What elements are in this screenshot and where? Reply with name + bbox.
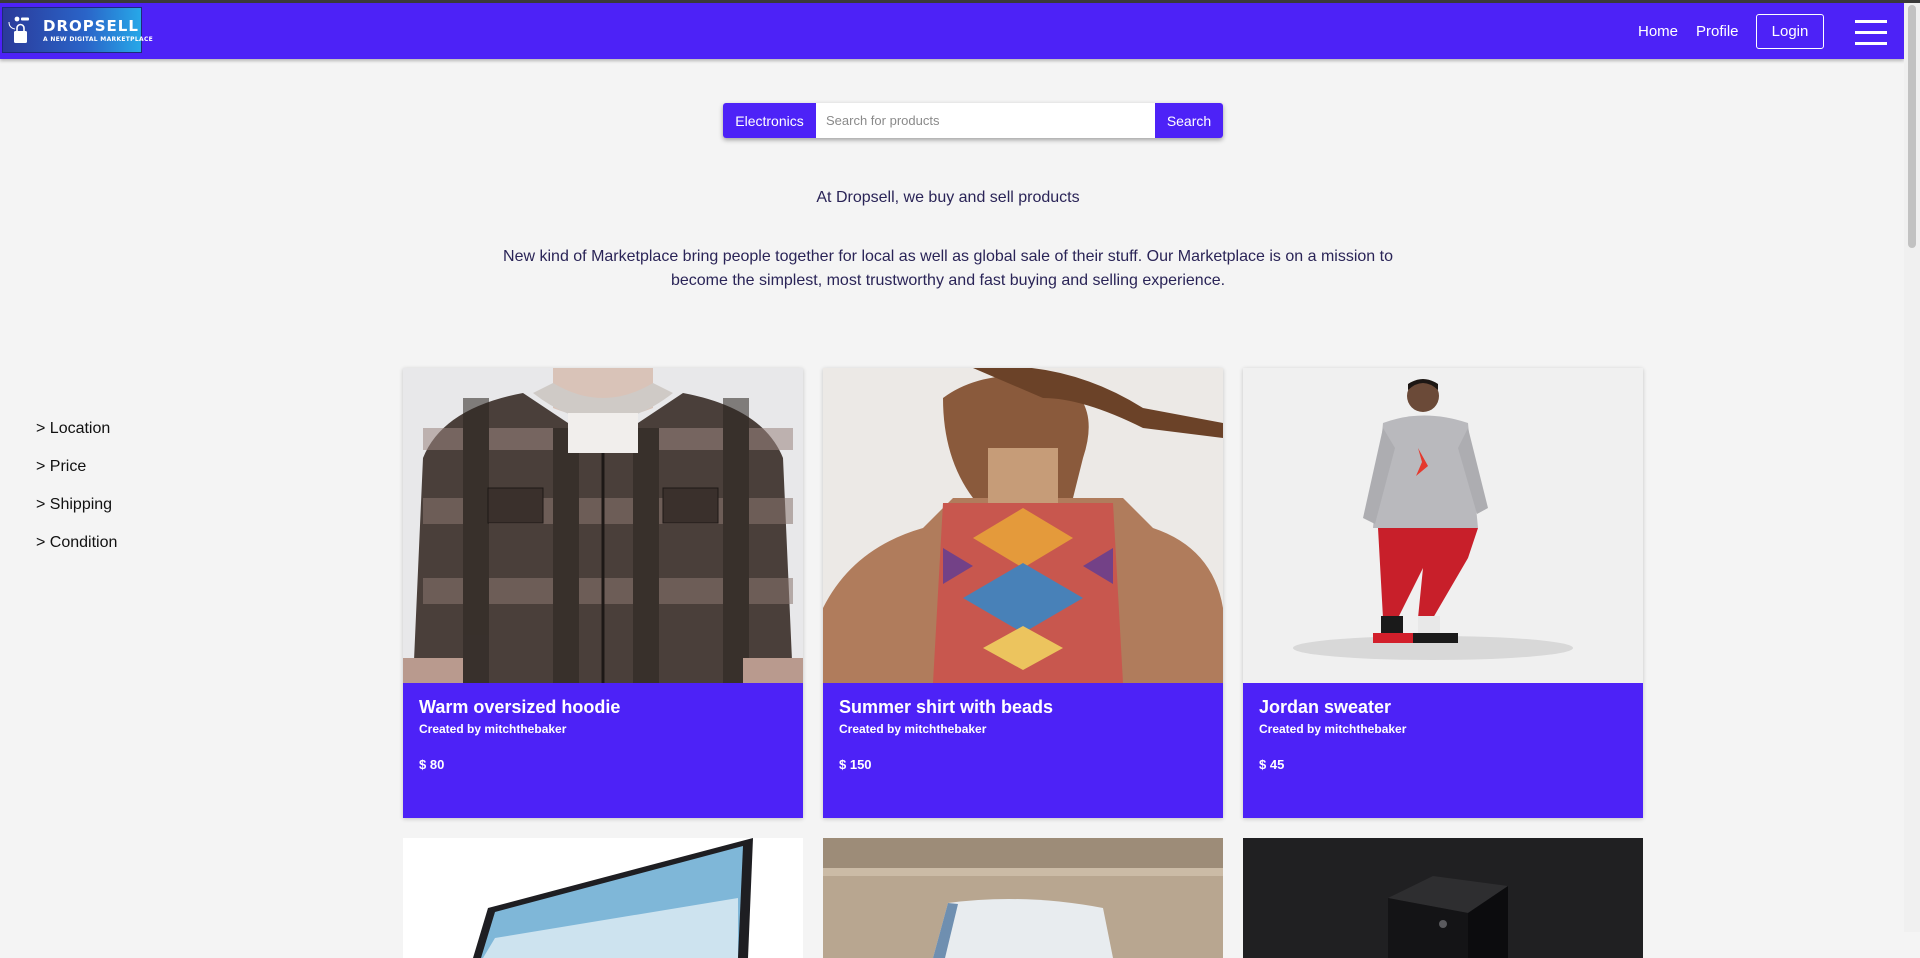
product-title: Jordan sweater	[1259, 697, 1392, 717]
product-author: Created by mitchthebaker	[839, 722, 987, 736]
shopping-bag-icon	[8, 16, 29, 43]
filter-shipping[interactable]: > Shipping	[36, 495, 117, 533]
product-image	[1243, 838, 1643, 958]
hamburger-menu-icon[interactable]	[1855, 20, 1887, 46]
product-image	[403, 838, 803, 958]
filter-price[interactable]: > Price	[36, 457, 117, 495]
product-card[interactable]	[1243, 838, 1643, 958]
product-image	[823, 838, 1223, 958]
navbar: DROPSELL A NEW DIGITAL MARKETPLACE Home …	[0, 3, 1904, 59]
nav-home-link[interactable]: Home	[1638, 23, 1678, 40]
search-bar: Electronics Search	[723, 103, 1223, 138]
product-image	[1243, 368, 1643, 683]
product-image	[403, 368, 803, 683]
brand-name: DROPSELL	[43, 17, 139, 35]
product-card[interactable]	[823, 838, 1223, 958]
filter-location[interactable]: > Location	[36, 419, 117, 457]
brand-logo[interactable]: DROPSELL A NEW DIGITAL MARKETPLACE	[2, 7, 153, 53]
search-input[interactable]	[816, 103, 1155, 138]
page-scrollbar[interactable]	[1904, 3, 1920, 932]
filter-sidebar: > Location > Price > Shipping > Conditio…	[36, 419, 117, 571]
category-select-button[interactable]: Electronics	[723, 103, 816, 138]
product-price: $ 150	[839, 757, 872, 772]
product-author: Created by mitchthebaker	[1259, 722, 1407, 736]
brand-tagline: A NEW DIGITAL MARKETPLACE	[43, 36, 154, 43]
scrollbar-thumb[interactable]	[1908, 5, 1916, 248]
product-card[interactable]: Jordan sweater Created by mitchthebaker …	[1243, 368, 1643, 818]
product-card[interactable]	[403, 838, 803, 958]
product-title: Warm oversized hoodie	[419, 697, 621, 717]
filter-condition[interactable]: > Condition	[36, 533, 117, 571]
search-button[interactable]: Search	[1155, 103, 1223, 138]
product-image	[823, 368, 1223, 683]
product-title: Summer shirt with beads	[839, 697, 1054, 717]
product-info: Summer shirt with beads Created by mitch…	[823, 683, 1223, 818]
login-button[interactable]: Login	[1756, 14, 1824, 49]
product-price: $ 80	[419, 757, 445, 772]
nav-profile-link[interactable]: Profile	[1696, 23, 1739, 40]
intro-headline: At Dropsell, we buy and sell products	[816, 189, 1080, 206]
product-card[interactable]: Summer shirt with beads Created by mitch…	[823, 368, 1223, 818]
product-card[interactable]: Warm oversized hoodie Created by mitchth…	[403, 368, 803, 818]
product-info: Warm oversized hoodie Created by mitchth…	[403, 683, 803, 818]
product-author: Created by mitchthebaker	[419, 722, 567, 736]
intro-mission-text: New kind of Marketplace bring people tog…	[503, 248, 1393, 289]
product-info: Jordan sweater Created by mitchthebaker …	[1243, 683, 1643, 818]
product-price: $ 45	[1259, 757, 1285, 772]
